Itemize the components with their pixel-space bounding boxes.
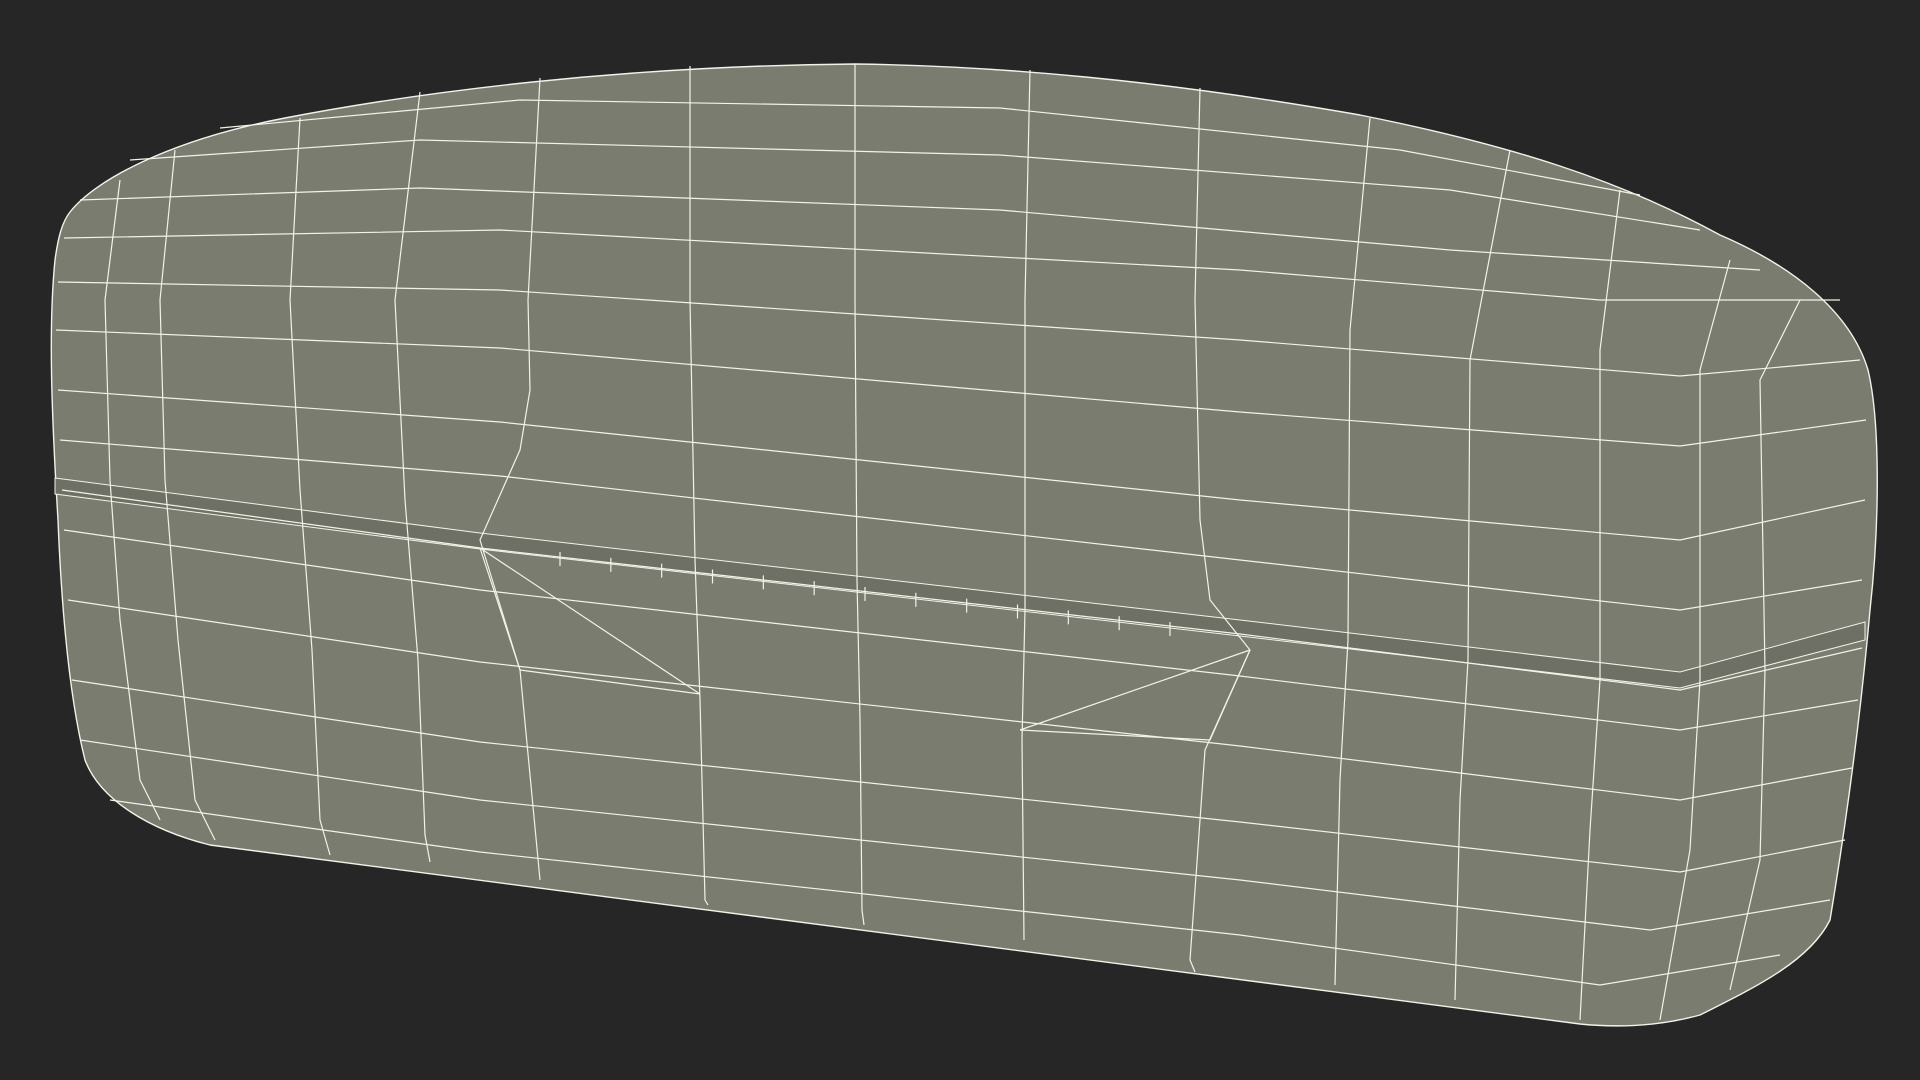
render-viewport	[0, 0, 1920, 1080]
wireframe-render	[0, 0, 1920, 1080]
